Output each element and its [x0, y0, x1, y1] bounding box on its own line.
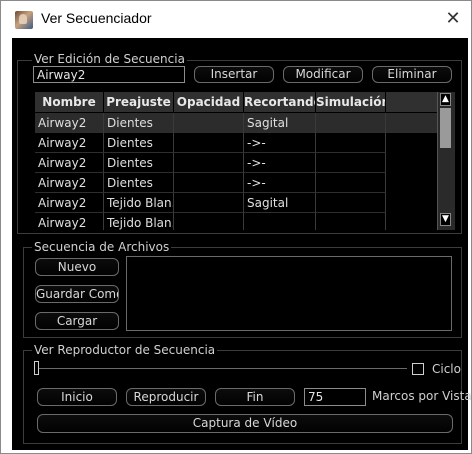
table-cell: Airway2 [35, 153, 104, 173]
table-cell: Dientes [104, 133, 174, 153]
table-cell [244, 213, 316, 230]
table-cell [174, 113, 244, 133]
table-cell [316, 153, 386, 173]
table-cell: Airway2 [35, 193, 104, 213]
table-cell [174, 133, 244, 153]
column-header-nombre[interactable]: Nombre [35, 92, 104, 112]
table-cell [174, 173, 244, 193]
video-capture-button[interactable]: Captura de Vídeo [37, 414, 453, 433]
table-cell: Sagital [244, 113, 316, 133]
table-cell [316, 113, 386, 133]
scroll-up-icon[interactable]: ▲ [440, 93, 451, 106]
table-cell: Tejido Blan... [104, 193, 174, 213]
table-cell: ->- [244, 133, 316, 153]
table-cell: Dientes [104, 113, 174, 133]
table-cell: Dientes [104, 173, 174, 193]
table-cell: Sagital [244, 193, 316, 213]
load-button[interactable]: Cargar [35, 312, 119, 330]
table-cell [386, 113, 438, 133]
save-as-button[interactable]: Guardar Como [35, 285, 119, 303]
column-header-opacidad[interactable]: Opacidad [174, 92, 244, 112]
scroll-thumb[interactable] [440, 108, 451, 148]
close-icon[interactable]: ✕ [441, 7, 465, 31]
table-cell [174, 193, 244, 213]
playback-slider-thumb[interactable] [34, 361, 39, 375]
sequence-table[interactable]: Nombre Preajuste Opacidad Recortando Sim… [35, 92, 455, 230]
file-list-box[interactable] [126, 256, 452, 331]
table-cell: ->- [244, 173, 316, 193]
table-cell: Dientes [104, 153, 174, 173]
cycle-label: Ciclo [432, 362, 461, 376]
delete-button[interactable]: Eliminar [372, 66, 452, 83]
cycle-checkbox[interactable] [412, 363, 424, 375]
table-cell: Airway2 [35, 133, 104, 153]
end-button[interactable]: Fin [215, 388, 295, 406]
edit-sequence-legend: Ver Edición de Secuencia [32, 52, 187, 66]
column-header-simulacion[interactable]: Simulación [316, 92, 386, 112]
table-cell [316, 213, 386, 230]
table-cell: Tejido Blan... [104, 213, 174, 230]
table-cell [174, 213, 244, 230]
table-cell [174, 153, 244, 173]
table-cell: Airway2 [35, 173, 104, 193]
sequence-name-input[interactable]: Airway2 [33, 66, 185, 83]
scroll-down-icon[interactable]: ▼ [440, 213, 451, 226]
table-cell [316, 173, 386, 193]
frames-per-view-input[interactable]: 75 [304, 388, 366, 406]
column-header-recortando[interactable]: Recortando [244, 92, 316, 112]
window-title: Ver Secuenciador [41, 10, 152, 26]
column-header-preajuste[interactable]: Preajuste [104, 92, 174, 112]
file-sequence-legend: Secuencia de Archivos [32, 240, 172, 254]
play-button[interactable]: Reproducir [126, 388, 206, 406]
start-button[interactable]: Inicio [37, 388, 117, 406]
table-scrollbar[interactable]: ▲ ▼ [437, 92, 455, 230]
table-cell: Airway2 [35, 113, 104, 133]
table-cell: ->- [244, 153, 316, 173]
new-button[interactable]: Nuevo [35, 258, 119, 276]
title-bar: Ver Secuenciador ✕ [1, 1, 471, 39]
playback-slider-track[interactable] [35, 368, 407, 369]
table-cell: Airway2 [35, 213, 104, 230]
column-header-filler [386, 92, 438, 112]
player-legend: Ver Reproductor de Secuencia [32, 343, 218, 357]
insert-button[interactable]: Insertar [194, 66, 274, 83]
frames-per-view-label: Marcos por Vista [372, 389, 472, 403]
table-cell [316, 193, 386, 213]
modify-button[interactable]: Modificar [283, 66, 363, 83]
table-cell [316, 133, 386, 153]
app-icon [15, 11, 33, 29]
